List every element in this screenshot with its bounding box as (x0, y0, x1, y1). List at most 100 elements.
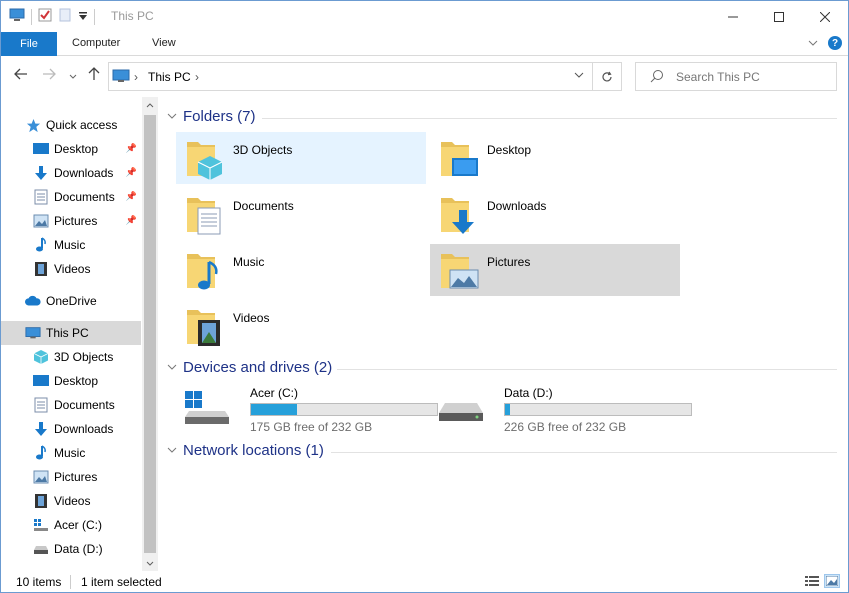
file-explorer-window: This PC File Computer View ? › This PC ›… (0, 0, 849, 593)
drive-free-space: 175 GB free of 232 GB (250, 420, 373, 434)
folder-tile-downloads[interactable]: Downloads (430, 188, 680, 240)
drive-tile-c[interactable]: Acer (C:) 175 GB free of 232 GB (179, 383, 438, 434)
group-title: Folders (7) (183, 108, 256, 125)
status-separator (70, 575, 71, 589)
view-switcher (804, 574, 840, 588)
minimize-button[interactable] (710, 1, 756, 32)
nav-quick-videos[interactable]: Videos (1, 257, 141, 281)
refresh-button[interactable] (593, 62, 622, 91)
properties-icon[interactable] (38, 8, 52, 25)
pictures-icon (33, 213, 49, 229)
music-folder-icon (187, 254, 218, 290)
tab-computer[interactable]: Computer (72, 37, 120, 49)
folder-tile-3d-objects[interactable]: 3D Objects (176, 132, 426, 184)
folder-label: 3D Objects (233, 143, 293, 157)
pin-icon[interactable]: 📌 (126, 143, 137, 154)
group-title: Network locations (1) (183, 442, 324, 459)
group-divider (262, 118, 837, 119)
downloads-icon (33, 165, 49, 181)
drive-tile-d[interactable]: Data (D:) 226 GB free of 232 GB (433, 383, 692, 434)
folder-label: Music (233, 255, 265, 269)
computer-icon (9, 8, 25, 25)
pin-icon[interactable]: 📌 (126, 215, 137, 226)
new-folder-icon[interactable] (58, 8, 72, 25)
breadcrumb-chevron-icon[interactable]: › (195, 70, 199, 84)
nav-quick-music[interactable]: Music (1, 233, 141, 257)
details-view-button[interactable] (804, 574, 820, 588)
nav-pc-videos[interactable]: Videos (1, 489, 141, 513)
scroll-up-arrow-icon[interactable] (142, 97, 158, 113)
nav-pc-desktop[interactable]: Desktop (1, 369, 141, 393)
pictures-folder-icon (441, 254, 479, 289)
scroll-down-arrow-icon[interactable] (142, 555, 158, 571)
nav-item-label: Acer (C:) (54, 518, 102, 532)
nav-pc-pictures[interactable]: Pictures (1, 465, 141, 489)
close-button[interactable] (802, 1, 848, 32)
nav-item-label: Downloads (54, 422, 114, 436)
drive-name: Data (D:) (504, 386, 553, 400)
forward-arrow-icon[interactable] (42, 67, 56, 83)
folder-tile-desktop[interactable]: Desktop (430, 132, 680, 184)
nav-quick-access[interactable]: Quick access (1, 113, 141, 137)
breadcrumb-this-pc[interactable]: This PC (148, 70, 191, 84)
nav-item-label: Data (D:) (54, 542, 103, 556)
nav-item-label: Documents (54, 398, 115, 412)
folder-tile-pictures[interactable]: Pictures (430, 244, 680, 296)
tab-file[interactable]: File (1, 32, 57, 56)
group-header-network[interactable]: Network locations (1) (167, 442, 324, 459)
quick-access-toolbar (9, 8, 95, 25)
back-arrow-icon[interactable] (14, 67, 28, 83)
group-divider (337, 369, 837, 370)
collapse-chevron-icon[interactable] (167, 445, 177, 456)
search-placeholder: Search This PC (676, 70, 760, 84)
windows-drive-icon (33, 517, 49, 533)
nav-pc-music[interactable]: Music (1, 441, 141, 465)
ribbon-tabs: File Computer View ? (1, 32, 848, 56)
3d-objects-icon (33, 349, 49, 365)
collapse-chevron-icon[interactable] (167, 111, 177, 122)
large-icons-view-button[interactable] (824, 574, 840, 588)
expand-ribbon-icon[interactable] (808, 36, 818, 50)
tab-view[interactable]: View (152, 37, 176, 49)
nav-scrollbar[interactable] (142, 97, 158, 571)
nav-pc-downloads[interactable]: Downloads (1, 417, 141, 441)
search-box[interactable]: Search This PC (635, 62, 837, 91)
collapse-chevron-icon[interactable] (167, 362, 177, 373)
folder-tile-music[interactable]: Music (176, 244, 426, 296)
nav-pc-3d-objects[interactable]: 3D Objects (1, 345, 141, 369)
nav-drive-c[interactable]: Acer (C:) (1, 513, 141, 537)
pin-icon[interactable]: 📌 (126, 167, 137, 178)
drive-usage-fill (251, 404, 297, 415)
breadcrumb-chevron-icon[interactable]: › (134, 70, 138, 84)
customize-toolbar-icon[interactable] (78, 10, 88, 24)
group-header-folders[interactable]: Folders (7) (167, 108, 256, 125)
folder-tile-videos[interactable]: Videos (176, 300, 426, 352)
recent-locations-chevron-icon[interactable] (69, 67, 77, 83)
nav-item-label: Music (54, 238, 86, 252)
nav-onedrive[interactable]: OneDrive (1, 289, 141, 313)
group-header-devices[interactable]: Devices and drives (2) (167, 359, 332, 376)
maximize-button[interactable] (756, 1, 802, 32)
search-icon (650, 69, 664, 86)
nav-item-label: Music (54, 446, 86, 460)
nav-drive-d[interactable]: Data (D:) (1, 537, 141, 561)
help-icon[interactable]: ? (828, 36, 842, 50)
folder-tile-documents[interactable]: Documents (176, 188, 426, 240)
selection-count: 1 item selected (81, 575, 162, 589)
nav-quick-desktop[interactable]: Desktop 📌 (1, 137, 141, 161)
nav-quick-downloads[interactable]: Downloads 📌 (1, 161, 141, 185)
group-title: Devices and drives (2) (183, 359, 333, 376)
nav-this-pc[interactable]: This PC (1, 321, 141, 345)
content-pane: Folders (7) 3D Objects Desktop Documents… (161, 97, 848, 571)
pin-icon[interactable]: 📌 (126, 191, 137, 202)
scroll-thumb[interactable] (144, 115, 156, 553)
status-bar: 10 items 1 item selected (1, 571, 848, 593)
nav-quick-pictures[interactable]: Pictures 📌 (1, 209, 141, 233)
nav-quick-documents[interactable]: Documents 📌 (1, 185, 141, 209)
nav-pc-documents[interactable]: Documents (1, 393, 141, 417)
folder-label: Documents (233, 199, 294, 213)
address-bar[interactable]: › This PC › (108, 62, 593, 91)
ribbon-controls: ? (808, 36, 842, 50)
address-dropdown-icon[interactable] (574, 70, 584, 81)
up-arrow-icon[interactable] (88, 67, 100, 84)
